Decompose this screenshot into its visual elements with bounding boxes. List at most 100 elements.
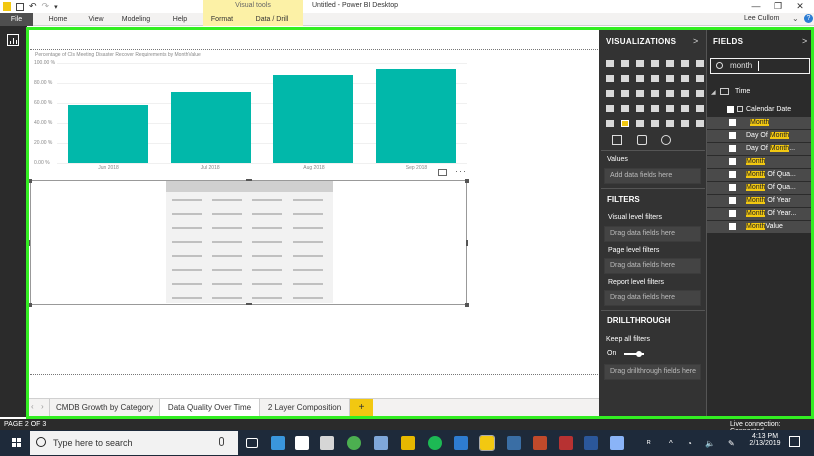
page-tab-2-layer[interactable]: 2 Layer Composition — [260, 399, 350, 417]
more-options-icon[interactable]: ··· — [455, 166, 467, 176]
focus-mode-icon[interactable] — [438, 169, 447, 176]
visual-type-icon[interactable] — [606, 105, 614, 112]
table-name-time[interactable]: Time — [735, 88, 750, 95]
resize-handle[interactable] — [466, 240, 468, 246]
mail-icon[interactable] — [295, 436, 309, 450]
field-name[interactable]: MonthValue — [746, 223, 783, 230]
field-name[interactable]: Month Of Year — [746, 197, 791, 204]
tab-home[interactable]: Home — [40, 13, 76, 26]
field-checkbox[interactable] — [729, 145, 736, 152]
task-view-icon[interactable] — [246, 438, 258, 448]
fields-collapse-icon[interactable]: > — [802, 36, 807, 46]
chart-bar[interactable] — [273, 75, 354, 163]
windows-start-icon[interactable] — [12, 438, 22, 448]
field-name[interactable]: Month Of Qua... — [746, 171, 796, 178]
redo-icon[interactable]: ↷ — [42, 1, 50, 12]
field-checkbox[interactable] — [729, 223, 736, 230]
close-button[interactable]: ✕ — [790, 0, 810, 13]
field-name[interactable]: Day Of Month — [746, 132, 790, 139]
tab-help[interactable]: Help — [164, 13, 196, 26]
resize-handle[interactable] — [246, 303, 252, 305]
resize-handle[interactable] — [28, 179, 32, 183]
field-name[interactable]: Month Of Qua... — [746, 184, 796, 191]
field-name[interactable]: Month — [746, 158, 766, 165]
visual-type-icon[interactable] — [636, 60, 644, 67]
page-nav-prev-icon[interactable]: ‹ — [31, 402, 34, 411]
visual-type-icon[interactable] — [651, 90, 659, 97]
analytics-magnifier-icon[interactable] — [661, 135, 671, 145]
visualizations-collapse-icon[interactable]: > — [693, 36, 698, 46]
visual-type-icon[interactable] — [606, 120, 614, 127]
microphone-icon[interactable] — [219, 437, 224, 446]
tray-overflow-icon[interactable]: ^ — [669, 439, 673, 448]
visual-type-icon[interactable] — [636, 90, 644, 97]
report-filters-drop-zone[interactable]: Drag data fields here — [604, 290, 701, 306]
visual-type-icon[interactable] — [696, 60, 704, 67]
photos-icon[interactable] — [374, 436, 388, 450]
visual-type-icon[interactable] — [681, 90, 689, 97]
edge-icon[interactable] — [271, 436, 285, 450]
app-icon[interactable] — [507, 436, 521, 450]
minimize-button[interactable]: — — [746, 0, 766, 13]
visual-type-icon[interactable] — [621, 90, 629, 97]
visual-type-icon[interactable] — [606, 75, 614, 82]
spotify-icon[interactable] — [428, 436, 442, 450]
app-icon[interactable] — [610, 436, 624, 450]
field-checkbox[interactable] — [727, 106, 734, 113]
report-view-icon[interactable] — [7, 34, 19, 46]
visual-type-icon[interactable] — [621, 120, 629, 127]
tab-data-drill[interactable]: Data / Drill — [241, 13, 303, 26]
visual-type-icon[interactable] — [636, 75, 644, 82]
visual-type-icon[interactable] — [606, 90, 614, 97]
page-tab-cmdb-growth[interactable]: CMDB Growth by Category — [49, 399, 160, 417]
visual-type-icon[interactable] — [696, 75, 704, 82]
visual-type-icon[interactable] — [666, 90, 674, 97]
maximize-button[interactable]: ❐ — [768, 0, 788, 13]
field-name[interactable]: Month — [750, 119, 770, 126]
tab-modeling[interactable]: Modeling — [115, 13, 157, 26]
visual-type-icon[interactable] — [681, 105, 689, 112]
drillthrough-drop-zone[interactable]: Drag drillthrough fields here — [604, 364, 701, 380]
app-icon[interactable] — [533, 436, 547, 450]
fields-search-value[interactable]: month — [730, 61, 752, 70]
app-icon[interactable] — [454, 436, 468, 450]
add-page-button[interactable]: + — [350, 399, 373, 417]
visual-type-icon[interactable] — [681, 120, 689, 127]
field-checkbox[interactable] — [729, 197, 736, 204]
network-icon[interactable]: ◔ — [687, 439, 692, 448]
visual-type-icon[interactable] — [681, 75, 689, 82]
tab-view[interactable]: View — [80, 13, 112, 26]
fields-search-input[interactable] — [710, 58, 810, 74]
chart-bar[interactable] — [170, 92, 251, 163]
visual-type-icon[interactable] — [651, 60, 659, 67]
visual-type-icon[interactable] — [681, 60, 689, 67]
page-tab-data-quality[interactable]: Data Quality Over Time — [160, 399, 260, 417]
resize-handle[interactable] — [28, 303, 32, 307]
field-name[interactable]: Day Of Month... — [746, 145, 795, 152]
resize-handle[interactable] — [465, 303, 469, 307]
field-checkbox[interactable] — [729, 184, 736, 191]
field-checkbox[interactable] — [729, 210, 736, 217]
undo-icon[interactable]: ↶ — [29, 1, 37, 12]
pen-icon[interactable]: ✎ — [728, 439, 735, 448]
resize-handle[interactable] — [28, 240, 30, 246]
visual-type-icon[interactable] — [696, 90, 704, 97]
chrome-icon[interactable] — [347, 436, 361, 450]
app-icon[interactable] — [559, 436, 573, 450]
toggle-knob[interactable] — [636, 351, 642, 357]
ribbon-expand-icon[interactable]: ⌄ — [792, 14, 799, 23]
visual-type-icon[interactable] — [666, 75, 674, 82]
resize-handle[interactable] — [465, 179, 469, 183]
visual-filters-drop-zone[interactable]: Drag data fields here — [604, 226, 701, 242]
field-checkbox[interactable] — [729, 119, 736, 126]
page-nav-next-icon[interactable]: › — [41, 402, 44, 411]
fields-well-icon[interactable] — [612, 135, 622, 145]
visual-type-icon[interactable] — [621, 60, 629, 67]
action-center-icon[interactable] — [789, 436, 800, 447]
visual-type-icon[interactable] — [621, 105, 629, 112]
visual-type-icon[interactable] — [696, 120, 704, 127]
values-drop-zone[interactable]: Add data fields here — [604, 168, 701, 184]
volume-icon[interactable]: 🔈 — [705, 439, 715, 448]
visual-type-icon[interactable] — [606, 60, 614, 67]
word-icon[interactable] — [584, 436, 598, 450]
